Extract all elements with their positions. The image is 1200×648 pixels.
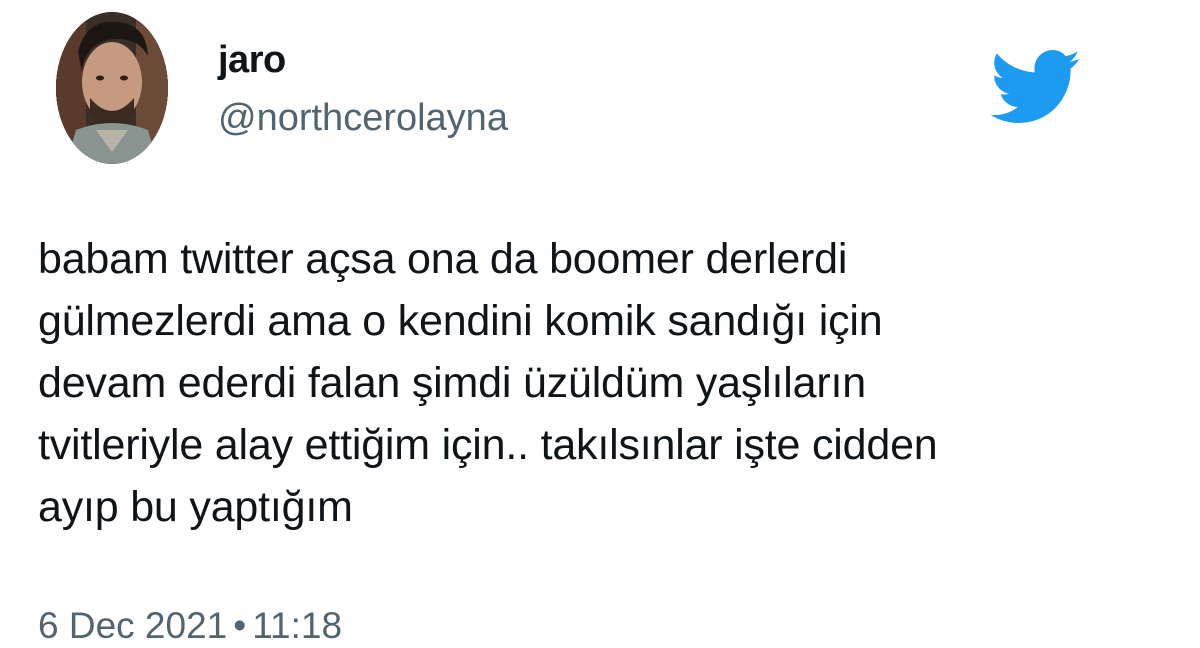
avatar[interactable] [56,12,168,164]
tweet-date: 6 Dec 2021 [38,605,228,646]
username-handle[interactable]: @northcerolayna [218,96,508,140]
display-name[interactable]: jaro [218,38,286,82]
avatar-photo [56,12,168,164]
twitter-bird-icon [990,50,1082,126]
tweet-card: jaro @northcerolayna babam twitter açsa … [0,0,1200,646]
separator-dot: • [233,605,247,646]
tweet-text: babam twitter açsa ona da boomer derlerd… [38,235,938,531]
tweet-time: 11:18 [252,605,343,646]
tweet-timestamp[interactable]: 6 Dec 2021 • 11:18 [38,604,342,648]
